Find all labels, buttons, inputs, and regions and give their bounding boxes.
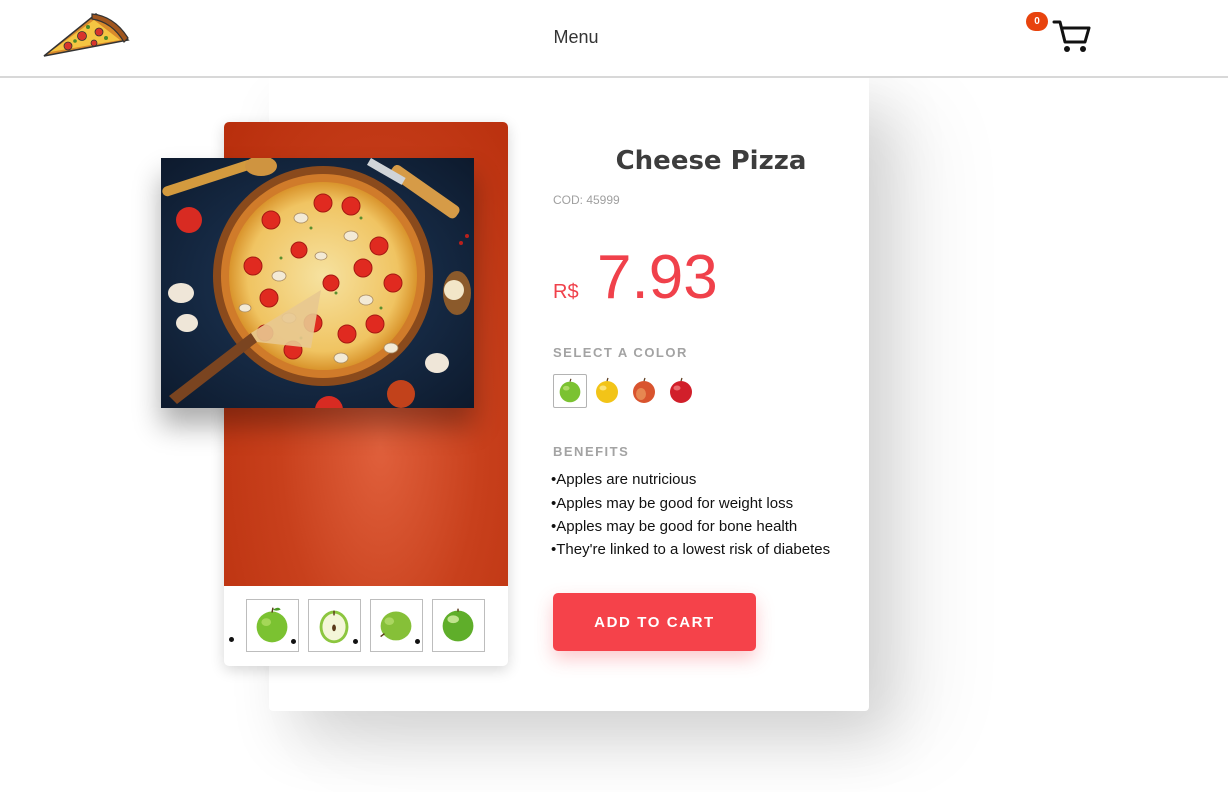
benefit-item: •They're linked to a lowest risk of diab… [551,541,831,558]
benefit-text: Apples are nutricious [556,471,697,488]
green-apple-icon [256,607,288,643]
yellow-apple-icon [596,377,618,403]
price-currency: R$ [553,281,579,303]
thumbnail-apple-side[interactable] [370,599,423,652]
green-apple-icon [559,378,581,403]
site-header: Menu 0 [0,0,1228,78]
color-swatch-red-apple[interactable] [627,374,661,408]
benefit-text: They're linked to a lowest risk of diabe… [556,541,831,558]
green-apple-side-icon [380,611,412,641]
color-swatch-dark-red-apple[interactable] [664,374,698,408]
thumbnail-halved-apple[interactable] [308,599,361,652]
bullet-dot [415,639,420,644]
add-to-cart-button[interactable]: ADD TO CART [553,593,756,651]
pizza-photo-image [161,158,474,408]
product-code: COD: 45999 [553,193,620,207]
thumbnail-green-apple[interactable] [246,599,299,652]
thumbnail-strip [224,586,508,666]
red-apple-icon [633,377,655,403]
benefit-text: Apples may be good for weight loss [556,495,794,512]
halved-apple-icon [319,610,349,644]
dark-red-apple-icon [670,377,692,403]
bullet-dot [291,639,296,644]
product-photo [161,158,474,408]
thumbnail-apple-shiny[interactable] [432,599,485,652]
benefit-item: •Apples may be good for bone health [551,518,798,535]
bullet-dot [353,639,358,644]
bullet-dot [229,637,234,642]
menu-link[interactable]: Menu [0,27,1152,48]
shopping-cart-icon[interactable] [1052,16,1092,56]
green-apple-shiny-icon [442,608,474,642]
select-color-label: SELECT A COLOR [553,345,688,360]
color-swatch-yellow-apple[interactable] [590,374,624,408]
benefits-label: BENEFITS [553,444,630,459]
benefit-item: •Apples may be good for weight loss [551,495,794,512]
color-swatch-green-apple[interactable] [553,374,587,408]
product-title: Cheese Pizza [615,146,807,176]
benefit-text: Apples may be good for bone health [556,518,798,535]
benefit-item: •Apples are nutricious [551,471,697,488]
product-price: 7.93 [597,243,718,312]
cart-count-badge: 0 [1026,12,1048,31]
